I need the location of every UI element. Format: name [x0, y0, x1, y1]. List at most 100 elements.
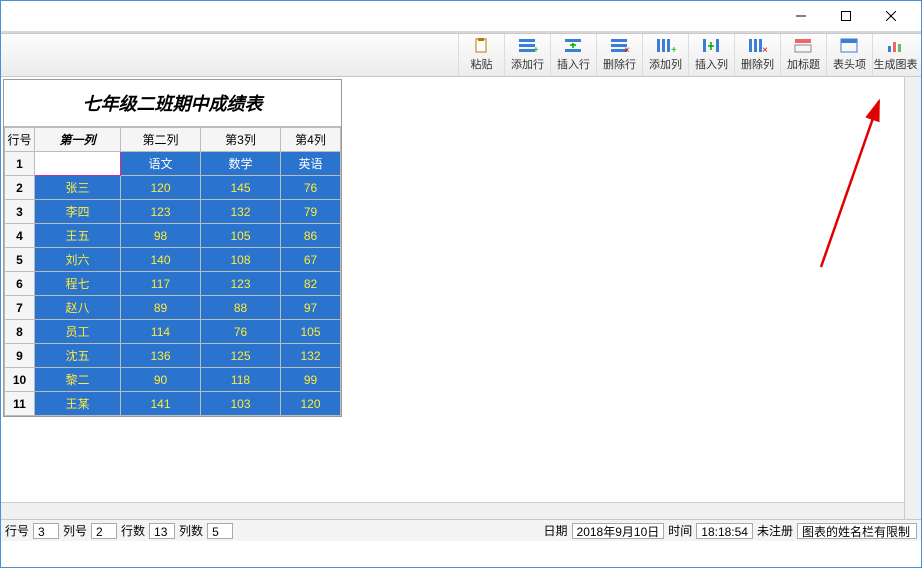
cell[interactable]: 136: [121, 344, 201, 368]
cell[interactable]: 105: [201, 224, 281, 248]
cell[interactable]: 王某: [35, 392, 121, 416]
close-button[interactable]: [868, 2, 913, 30]
row-number[interactable]: 5: [5, 248, 35, 272]
cell[interactable]: 145: [201, 176, 281, 200]
row-number[interactable]: 6: [5, 272, 35, 296]
table-row: 5刘六14010867: [5, 248, 341, 272]
tool-make-chart[interactable]: 生成图表: [872, 34, 918, 76]
table-row: 3李四12313279: [5, 200, 341, 224]
cell[interactable]: 刘六: [35, 248, 121, 272]
row-number[interactable]: 4: [5, 224, 35, 248]
cell[interactable]: 数学: [201, 152, 281, 176]
row-number[interactable]: 2: [5, 176, 35, 200]
status-rows-value: 13: [149, 523, 175, 539]
svg-text:×: ×: [762, 45, 768, 54]
header-icon: [840, 38, 860, 54]
tool-delete-row[interactable]: ×删除行: [596, 34, 642, 76]
horizontal-scrollbar[interactable]: [1, 502, 904, 519]
cell[interactable]: 79: [281, 200, 341, 224]
data-table[interactable]: 行号第一列第二列第3列第4列 1语文数学英语2张三120145763李四1231…: [4, 127, 341, 416]
col-header[interactable]: 第二列: [121, 128, 201, 152]
insert-row-icon: [564, 38, 584, 54]
cell[interactable]: 程七: [35, 272, 121, 296]
col-header[interactable]: 第一列: [35, 128, 121, 152]
cell[interactable]: 赵八: [35, 296, 121, 320]
cell[interactable]: 120: [121, 176, 201, 200]
row-number[interactable]: 7: [5, 296, 35, 320]
status-col-value: 2: [91, 523, 117, 539]
tool-label: 插入列: [695, 56, 728, 72]
cell-editor[interactable]: [35, 152, 120, 175]
cell[interactable]: 90: [121, 368, 201, 392]
table-row: 8员工11476105: [5, 320, 341, 344]
status-row-value: 3: [33, 523, 59, 539]
tool-label: 加标题: [787, 56, 820, 72]
cell[interactable]: 99: [281, 368, 341, 392]
cell[interactable]: 105: [281, 320, 341, 344]
tool-delete-col[interactable]: ×删除列: [734, 34, 780, 76]
cell[interactable]: 员工: [35, 320, 121, 344]
row-number[interactable]: 11: [5, 392, 35, 416]
cell[interactable]: [35, 152, 121, 176]
cell[interactable]: 123: [121, 200, 201, 224]
svg-text:+: +: [533, 45, 538, 54]
row-number[interactable]: 3: [5, 200, 35, 224]
tool-insert-col[interactable]: 插入列: [688, 34, 734, 76]
cell[interactable]: 125: [201, 344, 281, 368]
status-col-label: 列号: [63, 522, 87, 539]
col-header[interactable]: 第4列: [281, 128, 341, 152]
maximize-button[interactable]: [823, 2, 868, 30]
tool-paste[interactable]: 粘贴: [458, 34, 504, 76]
row-number[interactable]: 9: [5, 344, 35, 368]
minimize-button[interactable]: [778, 2, 823, 30]
cell[interactable]: 114: [121, 320, 201, 344]
row-number[interactable]: 1: [5, 152, 35, 176]
tool-add-row[interactable]: + 添加行: [504, 34, 550, 76]
tool-header[interactable]: 表头项: [826, 34, 872, 76]
cell[interactable]: 语文: [121, 152, 201, 176]
cell[interactable]: 123: [201, 272, 281, 296]
cell[interactable]: 黎二: [35, 368, 121, 392]
cell[interactable]: 120: [281, 392, 341, 416]
cell[interactable]: 98: [121, 224, 201, 248]
col-header[interactable]: 第3列: [201, 128, 281, 152]
status-reg: 未注册: [757, 522, 793, 539]
cell[interactable]: 67: [281, 248, 341, 272]
row-number[interactable]: 8: [5, 320, 35, 344]
vertical-scrollbar[interactable]: [904, 77, 921, 519]
cell[interactable]: 沈五: [35, 344, 121, 368]
cell[interactable]: 76: [201, 320, 281, 344]
cell[interactable]: 140: [121, 248, 201, 272]
sheet-title: 七年级二班期中成绩表: [4, 80, 341, 127]
cell[interactable]: 86: [281, 224, 341, 248]
cell[interactable]: 141: [121, 392, 201, 416]
cell[interactable]: 117: [121, 272, 201, 296]
cell[interactable]: 132: [201, 200, 281, 224]
cell[interactable]: 88: [201, 296, 281, 320]
cell[interactable]: 英语: [281, 152, 341, 176]
tool-add-col[interactable]: +添加列: [642, 34, 688, 76]
table-row: 9沈五136125132: [5, 344, 341, 368]
row-number[interactable]: 10: [5, 368, 35, 392]
cell[interactable]: 118: [201, 368, 281, 392]
tool-add-title[interactable]: 加标题: [780, 34, 826, 76]
cell[interactable]: 103: [201, 392, 281, 416]
add-col-icon: +: [656, 38, 676, 54]
make-chart-icon: [886, 38, 906, 54]
table-row: 2张三12014576: [5, 176, 341, 200]
cell[interactable]: 97: [281, 296, 341, 320]
table-row: 4王五9810586: [5, 224, 341, 248]
cell[interactable]: 132: [281, 344, 341, 368]
tool-label: 添加行: [511, 56, 544, 72]
cell[interactable]: 张三: [35, 176, 121, 200]
cell[interactable]: 82: [281, 272, 341, 296]
status-row-label: 行号: [5, 522, 29, 539]
status-date-value: 2018年9月10日: [572, 523, 665, 539]
cell[interactable]: 89: [121, 296, 201, 320]
cell[interactable]: 李四: [35, 200, 121, 224]
cell[interactable]: 76: [281, 176, 341, 200]
cell[interactable]: 王五: [35, 224, 121, 248]
cell[interactable]: 108: [201, 248, 281, 272]
tool-label: 插入行: [557, 56, 590, 72]
tool-insert-row[interactable]: 插入行: [550, 34, 596, 76]
